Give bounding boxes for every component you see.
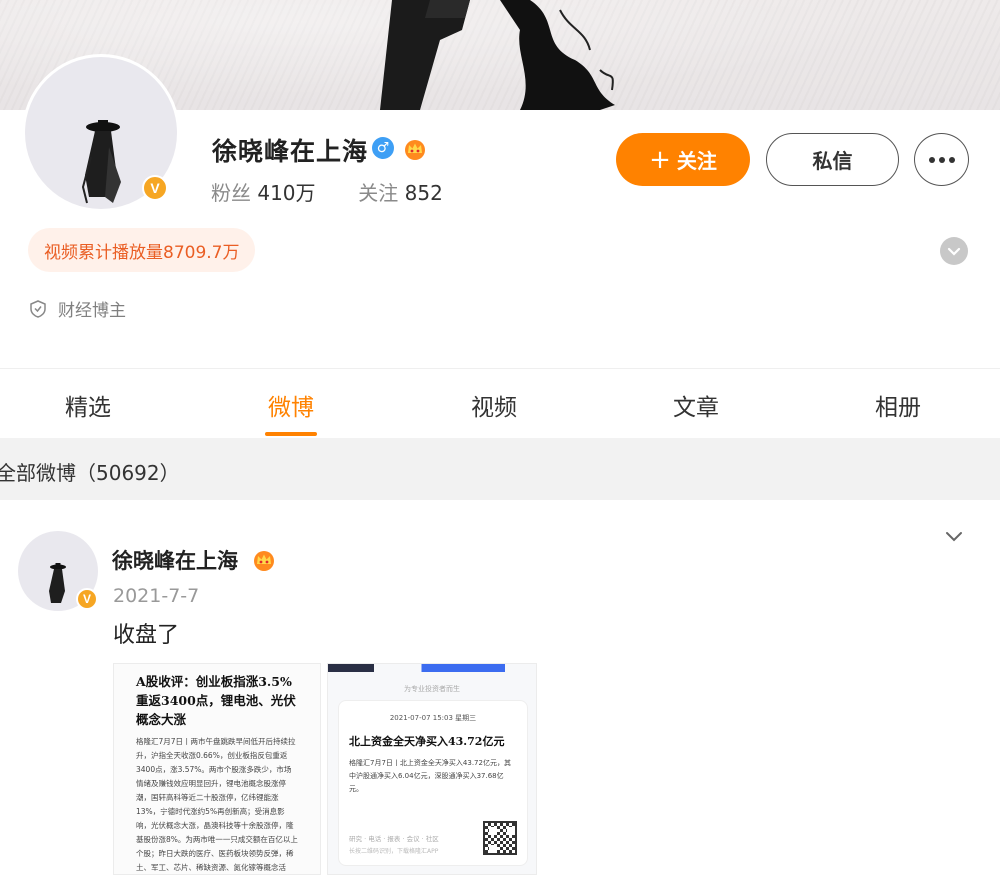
more-options-button[interactable] <box>914 133 969 186</box>
news-card: 2021-07-07 15:03 星期三 北上资金全天净买入43.72亿元 格隆… <box>338 700 528 866</box>
image-headline: A股收评：创业板指涨3.5%重返3400点，锂电池、光伏概念大涨 <box>136 674 296 727</box>
profile-divider <box>0 368 1000 369</box>
more-dot-icon <box>928 156 935 163</box>
qr-code-icon <box>483 821 517 855</box>
video-play-count-badge: 视频累计播放量8709.7万 <box>28 228 256 272</box>
video-play-count-text: 视频累计播放量8709.7万 <box>44 242 240 263</box>
post-author-name[interactable]: 徐晓峰在上海 <box>112 545 238 575</box>
post-menu-chevron-icon[interactable] <box>943 525 965 547</box>
more-dot-icon <box>948 156 955 163</box>
verified-badge: V <box>76 588 98 610</box>
message-button[interactable]: 私信 <box>766 133 899 186</box>
tab-video[interactable]: 视频 <box>434 388 554 422</box>
post-image-2[interactable]: 为专业投资者而生 2021-07-07 15:03 星期三 北上资金全天净买入4… <box>327 663 537 875</box>
profile-stats: 粉丝 410万 关注 852 <box>211 177 443 206</box>
following-label: 关注 <box>358 181 399 205</box>
male-gender-icon: ♂ <box>372 137 394 159</box>
shield-icon <box>30 299 46 318</box>
vip-crown-icon <box>405 140 425 160</box>
follow-button-label: 关注 <box>676 149 717 173</box>
vip-crown-icon <box>254 551 274 571</box>
news-headline: 北上资金全天净买入43.72亿元 <box>349 735 505 748</box>
profile-tagline: 财经博主 <box>30 296 126 321</box>
post-date[interactable]: 2021-7-7 <box>113 585 199 607</box>
fans-label: 粉丝 <box>211 181 251 205</box>
active-tab-indicator <box>265 432 317 436</box>
following-count[interactable]: 852 <box>405 181 443 205</box>
tab-articles[interactable]: 文章 <box>636 388 756 422</box>
post-image-1[interactable]: A股收评：创业板指涨3.5%重返3400点，锂电池、光伏概念大涨 格隆汇7月7日… <box>113 663 321 875</box>
profile-name: 徐晓峰在上海 <box>212 137 369 166</box>
follow-button[interactable]: + 关注 <box>616 133 750 186</box>
verified-badge: V <box>142 175 168 201</box>
chevron-down-icon <box>947 247 961 256</box>
tab-album[interactable]: 相册 <box>838 388 958 422</box>
news-body: 格隆汇7月7日丨北上资金全天净买入43.72亿元，其中沪股通净买入6.04亿元，… <box>349 759 511 793</box>
image-body-text: 格隆汇7月7日丨两市午盘跳跌早间低开后持续拉升，沪指全天收涨0.66%，创业板指… <box>136 737 298 872</box>
news-footer: 研究 · 电话 · 报表 · 会议 · 社区 <box>349 835 439 843</box>
news-date: 2021-07-07 15:03 星期三 <box>389 714 477 722</box>
tab-featured[interactable]: 精选 <box>28 388 148 422</box>
plus-icon: + <box>649 144 671 175</box>
image-subtitle: 为专业投资者而生 <box>404 685 460 693</box>
tab-weibo[interactable]: 微博 <box>231 388 351 422</box>
message-button-label: 私信 <box>812 149 853 173</box>
more-dot-icon <box>938 156 945 163</box>
all-posts-title: 全部微博（50692） <box>0 461 180 485</box>
news-footer-note: 长按二维码识别，下载格隆汇APP <box>349 848 439 855</box>
post-text: 收盘了 <box>113 623 180 648</box>
expand-profile-button[interactable] <box>940 237 968 265</box>
image-top-strip <box>328 664 536 672</box>
fans-count[interactable]: 410万 <box>257 181 315 205</box>
tagline-text: 财经博主 <box>58 301 126 321</box>
